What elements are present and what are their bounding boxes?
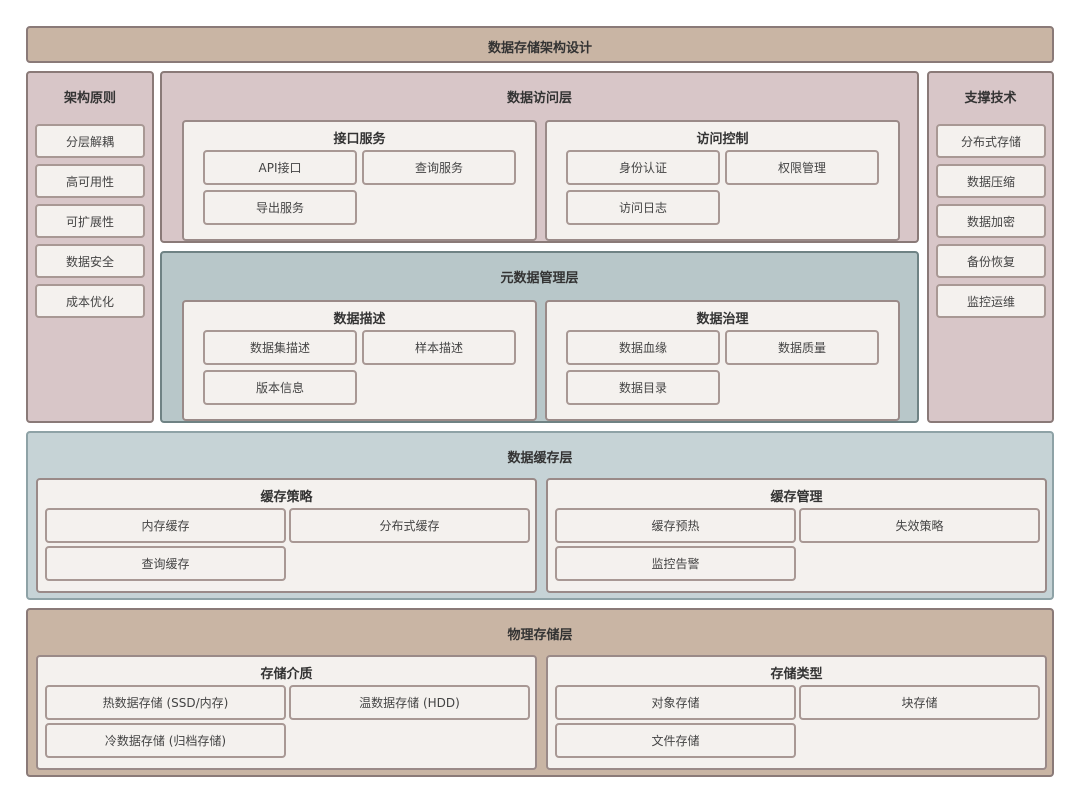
data-governance-title: 数据治理 — [696, 312, 749, 327]
support-item: 分布式存储 — [936, 124, 1046, 158]
support-item: 数据加密 — [936, 204, 1046, 238]
interface-item: 查询服务 — [362, 150, 516, 185]
interface-item: API接口 — [203, 150, 357, 185]
principle-item: 成本优化 — [35, 284, 145, 318]
diagram-header: 数据存储架构设计 — [26, 26, 1054, 63]
storage-media-title: 存储介质 — [260, 667, 313, 682]
access-layer: 数据访问层 接口服务 API接口 查询服务 导出服务 访问控制 身份认证 权限管… — [160, 71, 919, 243]
interface-service-group: 接口服务 API接口 查询服务 导出服务 — [182, 120, 537, 241]
cache-management-item: 监控告警 — [555, 546, 796, 581]
cache-strategy-item: 查询缓存 — [45, 546, 286, 581]
access-control-title: 访问控制 — [696, 132, 749, 147]
access-layer-title: 数据访问层 — [506, 91, 572, 106]
cache-management-item: 失效策略 — [799, 508, 1040, 543]
storage-media-item: 冷数据存储 (归档存储) — [45, 723, 286, 758]
cache-management-group: 缓存管理 缓存预热 失效策略 监控告警 — [546, 478, 1047, 593]
support-panel: 支撑技术 分布式存储 数据压缩 数据加密 备份恢复 监控运维 — [927, 71, 1054, 423]
access-control-item: 权限管理 — [725, 150, 879, 185]
physical-storage-layer: 物理存储层 存储介质 热数据存储 (SSD/内存) 温数据存储 (HDD) 冷数… — [26, 608, 1054, 777]
storage-type-group: 存储类型 对象存储 块存储 文件存储 — [546, 655, 1047, 770]
storage-media-item: 温数据存储 (HDD) — [289, 685, 530, 720]
cache-management-item: 缓存预热 — [555, 508, 796, 543]
principle-item: 高可用性 — [35, 164, 145, 198]
access-control-item: 访问日志 — [566, 190, 720, 225]
support-item: 监控运维 — [936, 284, 1046, 318]
governance-item: 数据目录 — [566, 370, 720, 405]
storage-type-item: 对象存储 — [555, 685, 796, 720]
principle-item: 数据安全 — [35, 244, 145, 278]
support-item: 备份恢复 — [936, 244, 1046, 278]
storage-media-group: 存储介质 热数据存储 (SSD/内存) 温数据存储 (HDD) 冷数据存储 (归… — [36, 655, 537, 770]
description-item: 数据集描述 — [203, 330, 357, 365]
cache-layer-title: 数据缓存层 — [507, 451, 573, 466]
physical-layer-title: 物理存储层 — [507, 628, 573, 643]
description-item: 版本信息 — [203, 370, 357, 405]
governance-item: 数据质量 — [725, 330, 879, 365]
cache-strategy-item: 分布式缓存 — [289, 508, 530, 543]
storage-media-item: 热数据存储 (SSD/内存) — [45, 685, 286, 720]
support-title: 支撑技术 — [964, 91, 1017, 106]
storage-type-item: 块存储 — [799, 685, 1040, 720]
diagram-title: 数据存储架构设计 — [487, 41, 592, 56]
storage-type-title: 存储类型 — [770, 667, 823, 682]
metadata-layer-title: 元数据管理层 — [500, 271, 579, 286]
principles-panel: 架构原则 分层解耦 高可用性 可扩展性 数据安全 成本优化 — [26, 71, 154, 423]
data-description-title: 数据描述 — [333, 312, 386, 327]
cache-strategy-title: 缓存策略 — [260, 490, 313, 505]
principle-item: 可扩展性 — [35, 204, 145, 238]
principles-title: 架构原则 — [63, 91, 116, 106]
interface-item: 导出服务 — [203, 190, 357, 225]
storage-type-item: 文件存储 — [555, 723, 796, 758]
description-item: 样本描述 — [362, 330, 516, 365]
access-control-group: 访问控制 身份认证 权限管理 访问日志 — [545, 120, 900, 241]
governance-item: 数据血缘 — [566, 330, 720, 365]
access-control-item: 身份认证 — [566, 150, 720, 185]
metadata-layer: 元数据管理层 数据描述 数据集描述 样本描述 版本信息 数据治理 数据血缘 数据… — [160, 251, 919, 423]
cache-layer: 数据缓存层 缓存策略 内存缓存 分布式缓存 查询缓存 缓存管理 缓存预热 失效策… — [26, 431, 1054, 600]
cache-strategy-group: 缓存策略 内存缓存 分布式缓存 查询缓存 — [36, 478, 537, 593]
data-governance-group: 数据治理 数据血缘 数据质量 数据目录 — [545, 300, 900, 421]
support-item: 数据压缩 — [936, 164, 1046, 198]
interface-service-title: 接口服务 — [333, 132, 386, 147]
cache-management-title: 缓存管理 — [770, 490, 823, 505]
cache-strategy-item: 内存缓存 — [45, 508, 286, 543]
principle-item: 分层解耦 — [35, 124, 145, 158]
data-description-group: 数据描述 数据集描述 样本描述 版本信息 — [182, 300, 537, 421]
